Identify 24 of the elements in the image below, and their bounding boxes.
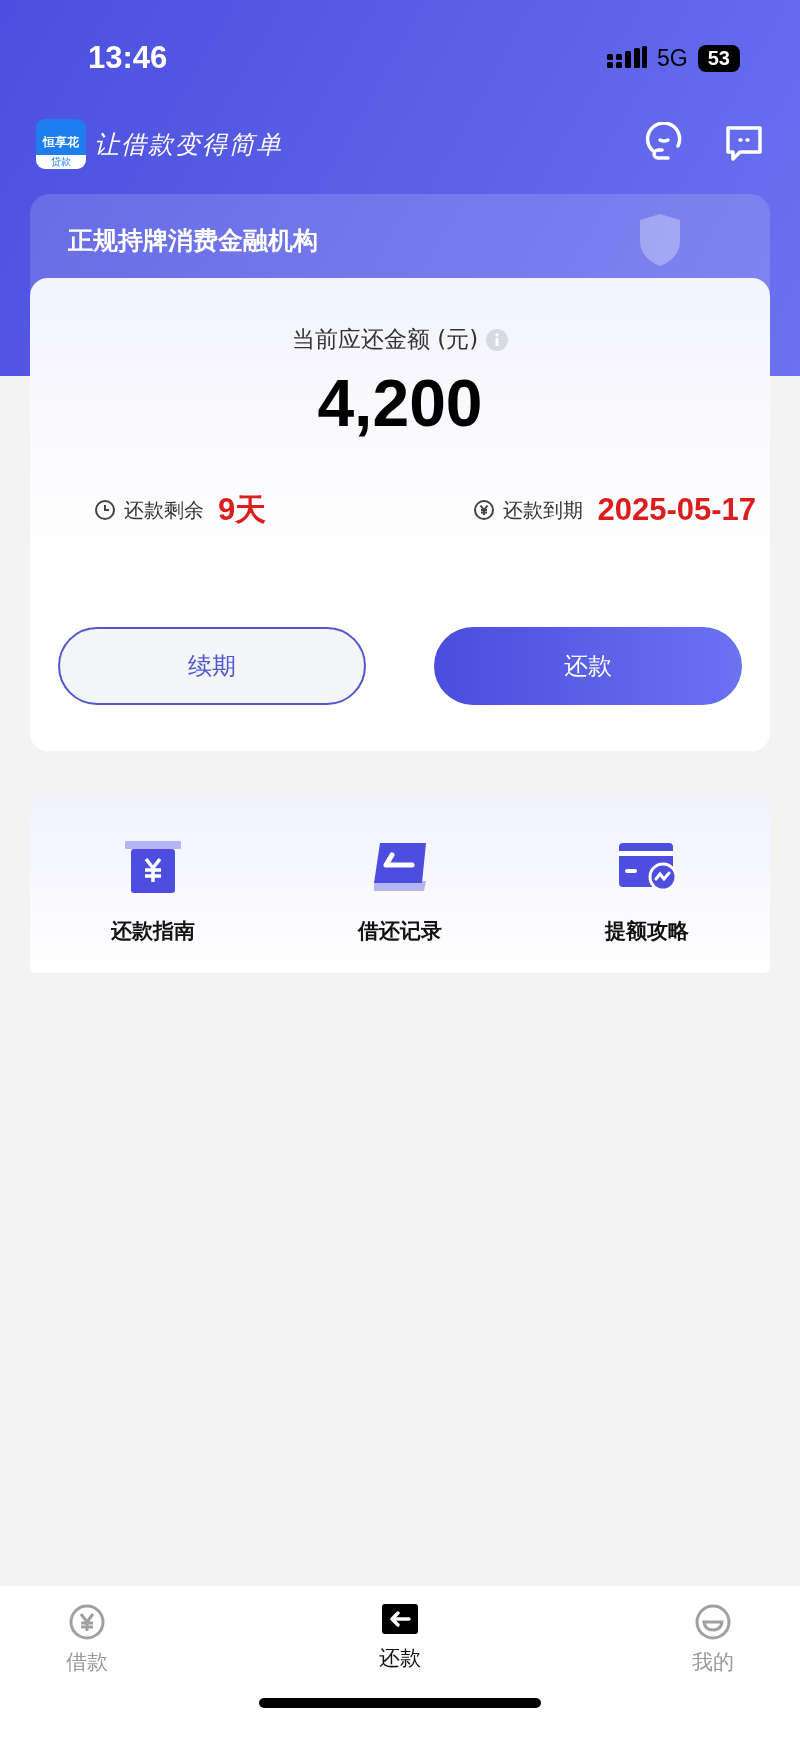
renew-button[interactable]: 续期 — [58, 627, 366, 705]
amount-value: 4,200 — [316, 365, 484, 441]
shortcut-label[interactable]: 提额攻略 — [604, 917, 689, 945]
smile-icon — [695, 1604, 731, 1640]
signal-icon — [607, 46, 648, 70]
shortcut-label[interactable]: 还款指南 — [111, 917, 196, 945]
due-label: 还款到期 — [503, 496, 584, 524]
slogan: 让借款变得简单 — [94, 128, 283, 161]
battery-indicator: 53 — [697, 44, 740, 72]
repay-button[interactable]: 还款 — [434, 627, 742, 705]
remaining-label: 还款剩余 — [124, 496, 204, 524]
yen-coin-icon — [473, 499, 496, 521]
clock-icon — [94, 499, 116, 521]
yen-icon — [69, 1604, 105, 1640]
banner-title: 正规持牌消费金融机构 — [68, 224, 318, 257]
app-logo: 恒享花 贷款 — [36, 119, 86, 169]
shortcut-label[interactable]: 借还记录 — [358, 917, 442, 945]
amount-label: 当前应还金额 (元) — [291, 325, 479, 354]
status-time: 13:46 — [88, 40, 168, 76]
nav-tab[interactable]: 还款 — [379, 1604, 421, 1676]
network-label: 5G — [657, 44, 688, 72]
remaining-value: 9天 — [218, 491, 267, 529]
due-date: 2025-05-17 — [597, 492, 756, 528]
message-icon[interactable] — [724, 124, 764, 164]
